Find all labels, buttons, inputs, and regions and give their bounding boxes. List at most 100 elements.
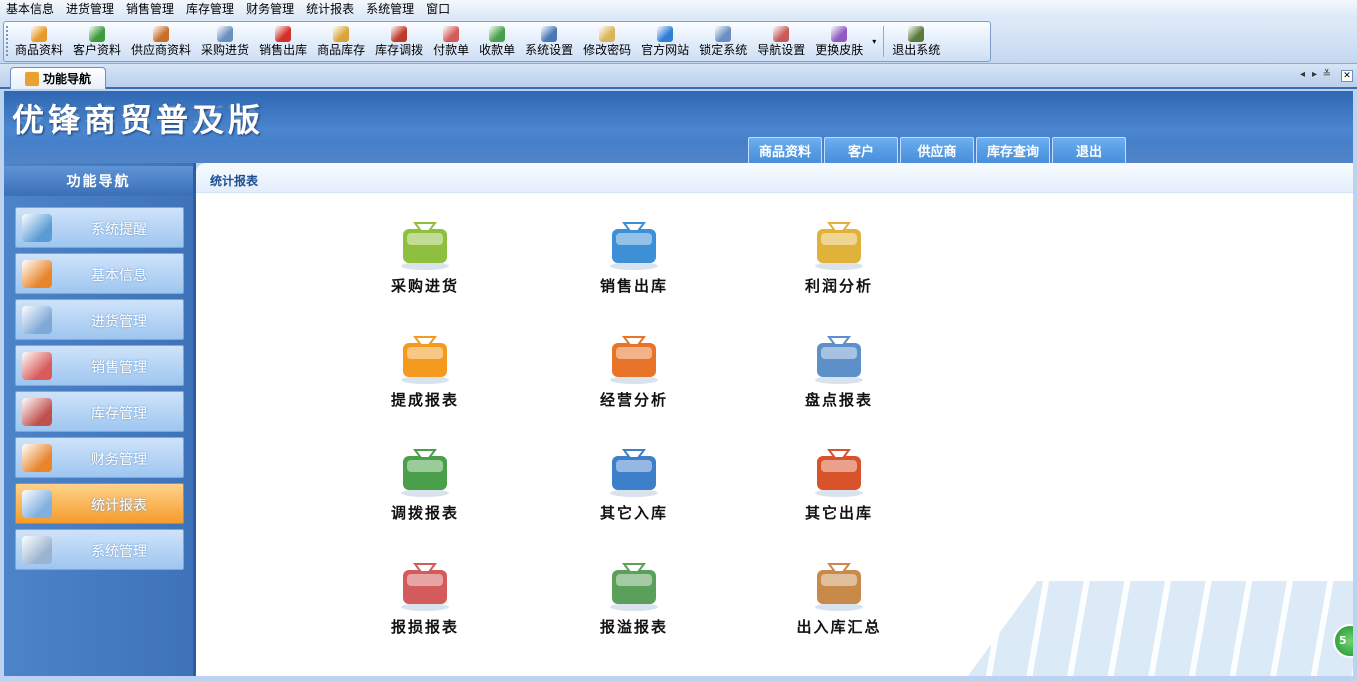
toolbar-button-settings[interactable]: 系统设置	[520, 22, 578, 61]
basic-info-icon	[22, 260, 52, 288]
toolbar-button-transfer[interactable]: 库存调拨	[370, 22, 428, 61]
sidebar-item-warehouse[interactable]: 库存管理	[15, 391, 184, 432]
function-money-face[interactable]: 提成报表	[360, 329, 490, 410]
nav-settings-icon	[773, 26, 790, 42]
toolbar-button-nav-settings[interactable]: 导航设置	[752, 22, 810, 61]
tab-function-nav[interactable]: 功能导航	[10, 67, 106, 89]
function-label: 盘点报表	[804, 391, 873, 409]
tab-list-icon[interactable]: ≚	[1323, 69, 1331, 80]
bar-report-icon	[602, 329, 666, 385]
menu-item-7[interactable]: 窗口	[420, 0, 456, 19]
menu-item-6[interactable]: 系统管理	[360, 0, 420, 19]
toolbar-button-customer[interactable]: 客户资料	[68, 22, 126, 61]
function-stock-out-house[interactable]: 其它出库	[774, 442, 904, 523]
menu-item-5[interactable]: 统计报表	[300, 0, 360, 19]
toolbar-button-purchase[interactable]: 采购进货	[196, 22, 254, 61]
sidebar-item-finance[interactable]: 财务管理	[15, 437, 184, 478]
reminder-icon	[22, 214, 52, 242]
profit-chart-icon	[807, 215, 871, 271]
function-label: 销售出库	[599, 277, 668, 295]
function-overflow-house[interactable]: 报溢报表	[569, 556, 699, 637]
function-boxes-summary[interactable]: 出入库汇总	[774, 556, 904, 637]
sidebar-item-label: 库存管理	[91, 406, 147, 422]
toolbar-button-password[interactable]: 修改密码	[578, 22, 636, 61]
boxes-summary-icon	[807, 556, 871, 612]
toolbar-label: 更换皮肤	[815, 43, 864, 57]
sidebar-item-report[interactable]: 统计报表	[15, 483, 184, 524]
function-shopping-cart[interactable]: 采购进货	[360, 215, 490, 296]
toolbar-label: 官方网站	[641, 43, 690, 57]
function-bar-report[interactable]: 经营分析	[569, 329, 699, 410]
transfer-house-icon	[393, 442, 457, 498]
toolbar-button-website[interactable]: 官方网站	[636, 22, 694, 61]
function-profit-chart[interactable]: 利润分析	[774, 215, 904, 296]
transfer-icon	[391, 26, 408, 42]
stock-out-house-icon	[807, 442, 871, 498]
menu-item-2[interactable]: 销售管理	[120, 0, 180, 19]
function-transfer-house[interactable]: 调拨报表	[360, 442, 490, 523]
gears-icon	[22, 536, 52, 564]
lock-icon	[715, 26, 732, 42]
report-icon	[22, 490, 52, 518]
sidebar-item-reminder[interactable]: 系统提醒	[15, 207, 184, 248]
function-delivery-truck[interactable]: 销售出库	[569, 215, 699, 296]
menu-bar: 基本信息 进货管理 销售管理 库存管理 财务管理 统计报表 系统管理 窗口	[0, 0, 1357, 19]
function-label: 报溢报表	[599, 618, 668, 636]
shopping-cart-icon	[393, 215, 457, 271]
sidebar-item-sales-cart[interactable]: 销售管理	[15, 345, 184, 386]
finance-icon	[22, 444, 52, 472]
sidebar-item-gears[interactable]: 系统管理	[15, 529, 184, 570]
password-icon	[599, 26, 616, 42]
toolbar: 商品资料 客户资料 供应商资料 采购进货 销售出库 商品库存 库存调拨 付款单 收款单 系统设置修…	[3, 21, 991, 62]
supplier-icon	[153, 26, 170, 42]
toolbar-button-sales[interactable]: 销售出库	[254, 22, 312, 61]
skin-dropdown-icon[interactable]: ▾	[868, 22, 880, 61]
purchase-icon	[217, 26, 234, 42]
sidebar-item-basic-info[interactable]: 基本信息	[15, 253, 184, 294]
quick-link-4[interactable]: 退出	[1052, 137, 1126, 163]
home-icon	[25, 71, 39, 86]
sidebar-item-label: 基本信息	[91, 268, 147, 284]
function-label: 采购进货	[390, 277, 459, 295]
tab-scroll-left-icon[interactable]: ◂	[1300, 69, 1305, 80]
function-loss-house[interactable]: 报损报表	[360, 556, 490, 637]
toolbar-button-receipt[interactable]: 收款单	[474, 22, 520, 61]
toolbar-label: 销售出库	[259, 43, 308, 57]
menu-item-4[interactable]: 财务管理	[240, 0, 300, 19]
settings-icon	[541, 26, 558, 42]
goods-icon	[31, 26, 47, 42]
exit-icon	[908, 26, 925, 42]
quick-link-0[interactable]: 商品资料	[748, 137, 822, 163]
toolbar-button-skin[interactable]: 更换皮肤	[810, 22, 868, 61]
quick-link-1[interactable]: 客户	[824, 137, 898, 163]
toolbar-button-goods[interactable]: 商品资料	[10, 22, 68, 61]
toolbar-grip[interactable]	[6, 26, 8, 57]
sidebar-item-purchase-cart[interactable]: 进货管理	[15, 299, 184, 340]
money-face-icon	[393, 329, 457, 385]
quick-link-3[interactable]: 库存查询	[976, 137, 1050, 163]
close-icon[interactable]: ✕	[1341, 70, 1353, 82]
menu-item-1[interactable]: 进货管理	[60, 0, 120, 19]
toolbar-button-lock[interactable]: 锁定系统	[694, 22, 752, 61]
toolbar-label: 商品库存	[317, 43, 366, 57]
toolbar-separator	[883, 26, 885, 57]
banner-title-reflection: 优锋商贸普及版	[12, 102, 265, 126]
toolbar-button-stock[interactable]: 商品库存	[312, 22, 370, 61]
function-inventory-magnifier[interactable]: 盘点报表	[774, 329, 904, 410]
delivery-truck-icon	[602, 215, 666, 271]
toolbar-button-supplier[interactable]: 供应商资料	[126, 22, 196, 61]
toolbar-label: 付款单	[433, 43, 470, 57]
sidebar-item-label: 财务管理	[91, 452, 147, 468]
tab-scroll-right-icon[interactable]: ▸	[1312, 69, 1317, 80]
menu-item-3[interactable]: 库存管理	[180, 0, 240, 19]
function-stock-in-house[interactable]: 其它入库	[569, 442, 699, 523]
toolbar-button-exit[interactable]: 退出系统	[887, 22, 945, 61]
purchase-cart-icon	[22, 306, 52, 334]
function-label: 报损报表	[390, 618, 459, 636]
banner: 优锋商贸普及版 优锋商贸普及版 商品资料 客户 供应商 库存查询 退出	[4, 91, 1353, 163]
quick-link-2[interactable]: 供应商	[900, 137, 974, 163]
toolbar-button-payment[interactable]: 付款单	[428, 22, 474, 61]
toolbar-label: 商品资料	[15, 43, 64, 57]
menu-item-0[interactable]: 基本信息	[0, 0, 60, 19]
stock-icon	[333, 26, 350, 42]
